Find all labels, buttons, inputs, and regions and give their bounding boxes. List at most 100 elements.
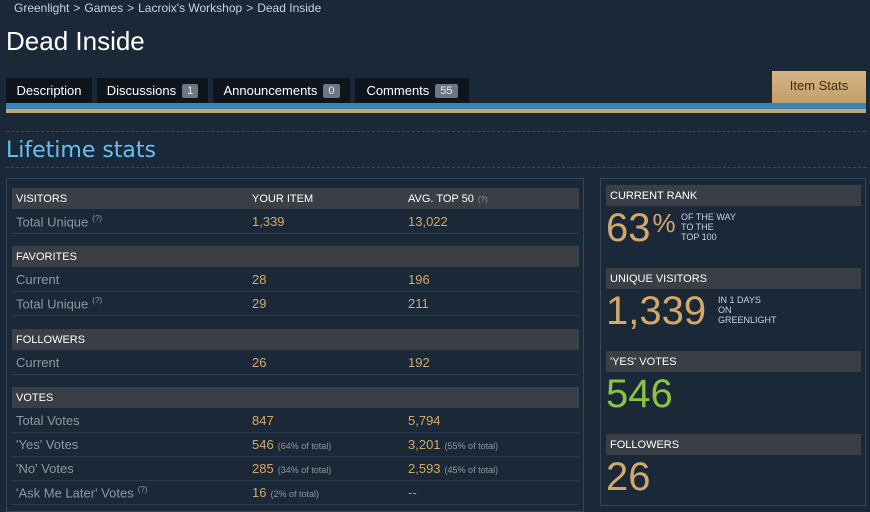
value-text: 3,201 bbox=[408, 437, 441, 452]
tab-label: Comments bbox=[366, 83, 430, 98]
table-row: Current 26 192 bbox=[12, 351, 579, 375]
table-header-votes: VOTES bbox=[12, 387, 579, 408]
tab-label: Item Stats bbox=[789, 78, 849, 93]
table-row: Current 28 196 bbox=[12, 268, 579, 292]
breadcrumb-workshop[interactable]: Lacroix's Workshop bbox=[138, 1, 242, 15]
tab-underline-gold bbox=[6, 109, 866, 113]
visitors-note-line: IN 1 DAYS bbox=[718, 295, 761, 305]
row-label: Total Votes bbox=[16, 413, 80, 428]
help-icon[interactable]: (?) bbox=[92, 296, 102, 305]
your-item-value: 847 bbox=[252, 413, 274, 428]
row-label: Current bbox=[16, 272, 60, 287]
avg-top50-value: 211 bbox=[408, 296, 429, 311]
divider bbox=[6, 131, 866, 132]
tab-comments[interactable]: Comments 55 bbox=[355, 78, 469, 103]
count-badge: 1 bbox=[182, 83, 199, 98]
section-title: Lifetime stats bbox=[6, 138, 157, 163]
unique-visitors-header: UNIQUE VISITORS bbox=[606, 268, 861, 289]
help-icon[interactable]: (?) bbox=[478, 195, 488, 204]
breadcrumb-greenlight[interactable]: Greenlight bbox=[14, 1, 69, 15]
count-badge: 0 bbox=[323, 83, 340, 98]
row-label-text: Total Unique bbox=[16, 296, 89, 312]
header-cell: VOTES bbox=[16, 391, 54, 404]
avg-top50-value: 13,022 bbox=[408, 214, 448, 229]
your-item-value: 285 (34% of total) bbox=[252, 461, 331, 476]
divider bbox=[6, 167, 866, 168]
table-header-visitors: VISITORS YOUR ITEM AVG. TOP 50 (?) bbox=[12, 188, 579, 209]
percent-of-total: (34% of total) bbox=[277, 465, 332, 475]
breadcrumb-separator: > bbox=[73, 1, 81, 15]
breadcrumb-separator: > bbox=[127, 1, 135, 15]
table-row: Total Unique (?) 29 211 bbox=[12, 292, 579, 316]
lifetime-stats-table: VISITORS YOUR ITEM AVG. TOP 50 (?) Total … bbox=[6, 178, 584, 512]
row-label-text: Total Unique bbox=[16, 214, 89, 230]
avg-top50-value: 192 bbox=[408, 355, 430, 370]
row-label-text: 'Ask Me Later' Votes bbox=[16, 485, 134, 501]
value-text: 285 bbox=[252, 461, 274, 476]
help-icon[interactable]: (?) bbox=[138, 485, 148, 494]
your-item-value: 28 bbox=[252, 272, 267, 287]
header-cell: YOUR ITEM bbox=[252, 192, 314, 205]
your-item-value: 26 bbox=[252, 355, 267, 370]
tab-description[interactable]: Description bbox=[6, 78, 92, 103]
row-label: Total Unique (?) bbox=[16, 214, 102, 229]
your-item-value: 16 (2% of total) bbox=[252, 485, 319, 500]
breadcrumb: Greenlight > Games > Lacroix's Workshop > Dead… bbox=[14, 1, 321, 15]
table-header-favorites: FAVORITES bbox=[12, 246, 579, 267]
yes-votes-header: 'YES' VOTES bbox=[606, 351, 861, 372]
breadcrumb-current[interactable]: Dead Inside bbox=[257, 1, 321, 15]
visitors-note: IN 1 DAYS ON GREENLIGHT bbox=[718, 295, 777, 325]
value-text: 16 bbox=[252, 485, 267, 500]
tab-bar: Description Discussions 1 Announcements … bbox=[6, 71, 866, 104]
percent-of-total: (2% of total) bbox=[270, 489, 319, 499]
count-badge: 55 bbox=[435, 83, 458, 98]
followers-value: 26 bbox=[606, 455, 651, 499]
help-icon[interactable]: (?) bbox=[92, 214, 102, 223]
tab-label: Discussions bbox=[106, 83, 177, 98]
row-label: Total Unique (?) bbox=[16, 296, 102, 311]
followers-header: FOLLOWERS bbox=[606, 434, 861, 455]
avg-top50-value: 196 bbox=[408, 272, 430, 287]
row-label: 'No' Votes bbox=[16, 461, 74, 476]
rank-note: OF THE WAY TO THE TOP 100 bbox=[681, 212, 736, 242]
rank-note-line: TO THE bbox=[681, 222, 714, 232]
table-row: 'Yes' Votes 546 (64% of total) 3,201 (55% … bbox=[12, 433, 579, 457]
yes-votes-value: 546 bbox=[606, 372, 673, 416]
current-rank-value: 63% bbox=[606, 206, 676, 251]
header-cell: VISITORS bbox=[16, 192, 68, 205]
tab-label: Announcements bbox=[223, 83, 318, 98]
row-label: 'Yes' Votes bbox=[16, 437, 79, 452]
visitors-note-line: GREENLIGHT bbox=[718, 315, 777, 325]
header-cell: FOLLOWERS bbox=[16, 333, 86, 346]
current-rank-header: CURRENT RANK bbox=[606, 185, 861, 206]
breadcrumb-games[interactable]: Games bbox=[84, 1, 123, 15]
percent-of-total: (64% of total) bbox=[277, 441, 332, 451]
value-text: 546 bbox=[252, 437, 274, 452]
rank-note-line: TOP 100 bbox=[681, 232, 717, 242]
your-item-value: 1,339 bbox=[252, 214, 285, 229]
rank-unit: % bbox=[652, 208, 676, 238]
avg-top50-value: 2,593 (45% of total) bbox=[408, 461, 498, 476]
table-row: 'Ask Me Later' Votes (?) 16 (2% of total) … bbox=[12, 481, 579, 505]
table-row: Total Unique (?) 1,339 13,022 bbox=[12, 210, 579, 234]
rank-note-line: OF THE WAY bbox=[681, 212, 736, 222]
table-header-followers: FOLLOWERS bbox=[12, 329, 579, 350]
header-cell: AVG. TOP 50 (?) bbox=[408, 193, 488, 205]
avg-top50-value: 3,201 (55% of total) bbox=[408, 437, 498, 452]
breadcrumb-separator: > bbox=[246, 1, 254, 15]
tab-announcements[interactable]: Announcements 0 bbox=[213, 78, 350, 103]
tab-label: Description bbox=[16, 83, 82, 98]
table-row: Total Votes 847 5,794 bbox=[12, 409, 579, 433]
your-item-value: 546 (64% of total) bbox=[252, 437, 331, 452]
table-row: 'No' Votes 285 (34% of total) 2,593 (45% o… bbox=[12, 457, 579, 481]
page-title: Dead Inside bbox=[6, 26, 145, 56]
value-text: 2,593 bbox=[408, 461, 441, 476]
percent-of-total: (55% of total) bbox=[444, 441, 499, 451]
header-cell-text: AVG. TOP 50 bbox=[408, 192, 474, 205]
row-label: 'Ask Me Later' Votes (?) bbox=[16, 485, 147, 500]
tab-item-stats[interactable]: Item Stats bbox=[772, 71, 866, 103]
percent-of-total: (45% of total) bbox=[444, 465, 499, 475]
row-label: Current bbox=[16, 355, 60, 370]
your-item-value: 29 bbox=[252, 296, 267, 311]
tab-discussions[interactable]: Discussions 1 bbox=[97, 78, 208, 103]
